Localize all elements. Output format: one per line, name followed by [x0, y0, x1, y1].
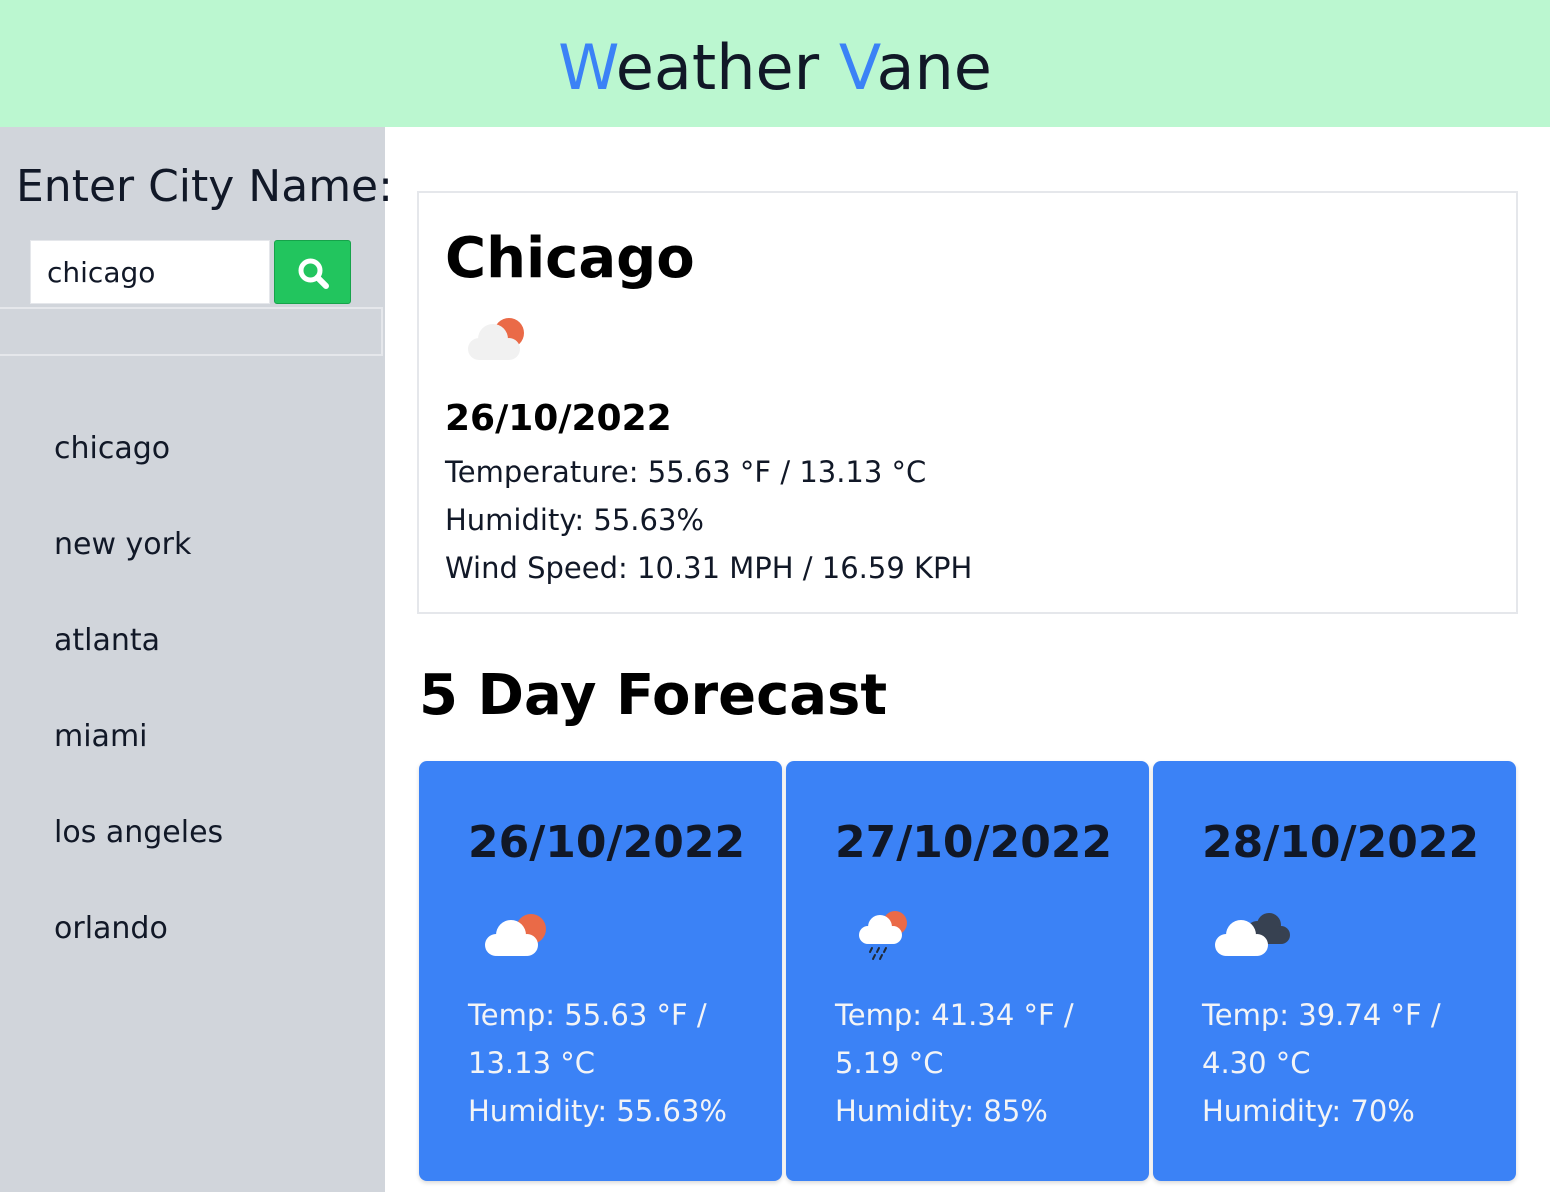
current-wind-speed: Wind Speed: 10.31 MPH / 16.59 KPH [445, 551, 973, 585]
current-temperature: Temperature: 55.63 °F / 13.13 °C [445, 455, 927, 489]
forecast-humidity: Humidity: 70% [1202, 1094, 1415, 1128]
forecast-temp: Temp: 55.63 °F / 13.13 °C [468, 998, 707, 1080]
history-item-miami[interactable]: miami [54, 712, 223, 808]
cloud-sun-icon [468, 318, 524, 360]
title-text-1: eather [615, 31, 839, 104]
current-date: 26/10/2022 [445, 398, 672, 439]
app-title: Weather Vane [0, 30, 1550, 106]
forecast-humidity: Humidity: 55.63% [468, 1094, 727, 1128]
forecast-date: 28/10/2022 [1202, 817, 1480, 868]
title-accent-w: W [558, 31, 616, 104]
forecast-temp: Temp: 41.34 °F / 5.19 °C [835, 998, 1074, 1080]
history-item-los-angeles[interactable]: los angeles [54, 808, 223, 904]
current-city-name: Chicago [445, 226, 695, 291]
search-history-list: chicago new york atlanta miami los angel… [54, 424, 223, 1000]
search-button[interactable] [274, 240, 351, 304]
forecast-card: 27/10/2022 Temp: 41.34 °F / 5.19 °C Humi… [786, 761, 1149, 1181]
forecast-date: 27/10/2022 [835, 817, 1113, 868]
forecast-heading: 5 Day Forecast [419, 663, 888, 728]
city-input-label: Enter City Name: [16, 161, 393, 212]
history-item-new-york[interactable]: new york [54, 520, 223, 616]
title-text-2: ane [876, 31, 992, 104]
current-humidity: Humidity: 55.63% [445, 503, 704, 537]
city-search-input[interactable] [30, 240, 270, 304]
history-item-chicago[interactable]: chicago [54, 424, 223, 520]
app-header: Weather Vane [0, 0, 1550, 127]
forecast-temp: Temp: 39.74 °F / 4.30 °C [1202, 998, 1441, 1080]
dark-clouds-icon [1215, 913, 1290, 956]
cloud-sun-icon [485, 914, 546, 956]
forecast-card: 28/10/2022 Temp: 39.74 °F / 4.30 °C Humi… [1153, 761, 1516, 1181]
sidebar-divider [0, 307, 383, 356]
history-item-orlando[interactable]: orlando [54, 904, 223, 1000]
forecast-date: 26/10/2022 [468, 817, 746, 868]
current-weather-card: Chicago 26/10/2022 Temperature: 55.63 °F… [417, 191, 1518, 614]
forecast-humidity: Humidity: 85% [835, 1094, 1048, 1128]
rain-cloud-sun-icon [859, 911, 907, 960]
history-item-atlanta[interactable]: atlanta [54, 616, 223, 712]
title-accent-v: V [838, 31, 877, 104]
search-icon [298, 258, 329, 289]
sidebar: Enter City Name: chicago new york atlant… [0, 127, 393, 1192]
forecast-card: 26/10/2022 Temp: 55.63 °F / 13.13 °C Hum… [419, 761, 782, 1181]
